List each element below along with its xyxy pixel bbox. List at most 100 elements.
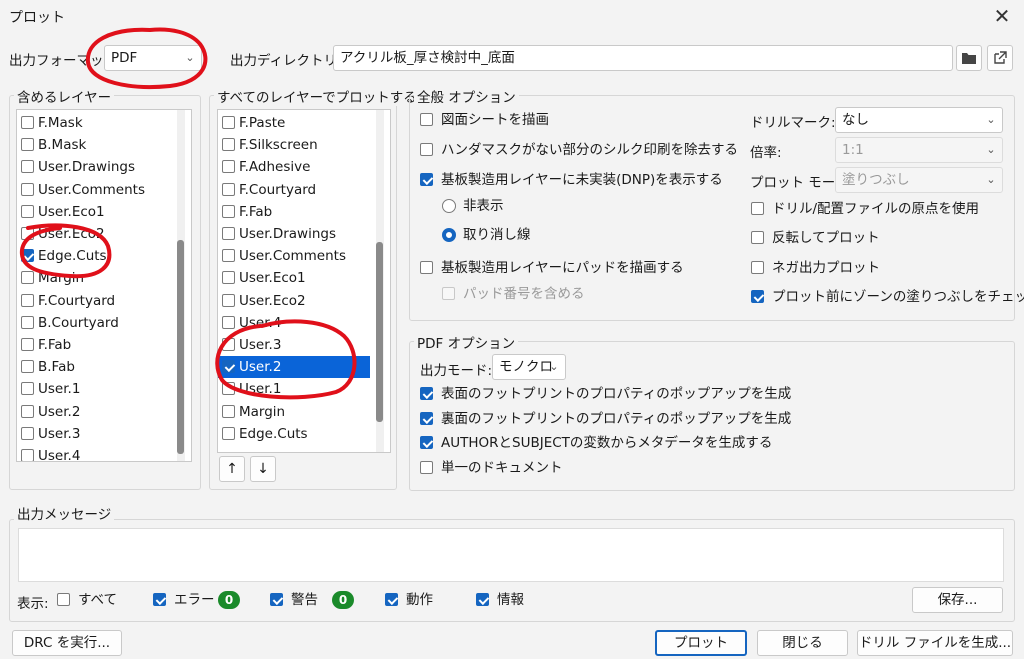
scrollbar[interactable]: [376, 110, 384, 452]
generate-drill-files-button[interactable]: ドリル ファイルを生成...: [857, 630, 1013, 656]
close-button[interactable]: 閉じる: [757, 630, 848, 656]
metadata-checkbox[interactable]: [420, 436, 433, 449]
layer-checkbox[interactable]: [222, 315, 235, 329]
filter-warnings-checkbox[interactable]: [270, 593, 283, 606]
layer-checkbox[interactable]: [21, 249, 34, 263]
layer-checkbox[interactable]: [21, 360, 34, 374]
negative-checkbox[interactable]: [751, 261, 764, 274]
layer-item[interactable]: User.Drawings: [17, 156, 177, 178]
layer-checkbox[interactable]: [21, 404, 34, 418]
layer-item[interactable]: User.Drawings: [218, 223, 370, 245]
show-dnp-checkbox[interactable]: [420, 173, 433, 186]
layer-checkbox[interactable]: [21, 426, 34, 440]
layer-item[interactable]: F.Fab: [17, 334, 177, 356]
layer-checkbox[interactable]: [222, 293, 235, 307]
output-directory-input[interactable]: アクリル板_厚さ検討中_底面: [333, 45, 953, 71]
layer-checkbox[interactable]: [21, 293, 34, 307]
layer-checkbox[interactable]: [21, 338, 34, 351]
layer-checkbox[interactable]: [222, 204, 235, 218]
layer-item[interactable]: F.Adhesive: [218, 156, 370, 178]
layer-item[interactable]: Margin: [218, 401, 370, 423]
zone-fill-check-checkbox[interactable]: [751, 290, 764, 303]
single-doc-checkbox[interactable]: [420, 461, 433, 474]
message-panel[interactable]: [18, 528, 1004, 582]
layer-item[interactable]: User.Eco1: [218, 267, 370, 289]
layer-checkbox[interactable]: [222, 249, 235, 263]
move-down-button[interactable]: ↓: [250, 456, 276, 482]
layer-checkbox[interactable]: [21, 227, 34, 240]
no-silk-checkbox[interactable]: [420, 143, 433, 156]
layer-item[interactable]: User.1: [218, 378, 370, 400]
draw-pads-checkbox[interactable]: [420, 261, 433, 274]
move-up-button[interactable]: ↑: [219, 456, 245, 482]
browse-folder-button[interactable]: [956, 45, 982, 71]
open-directory-button[interactable]: [987, 45, 1013, 71]
layer-checkbox[interactable]: [222, 271, 235, 285]
layer-checkbox[interactable]: [21, 138, 34, 152]
layer-checkbox[interactable]: [21, 449, 34, 461]
filter-actions-checkbox[interactable]: [385, 593, 398, 606]
layer-item[interactable]: User.Comments: [218, 245, 370, 267]
draw-sheet-checkbox[interactable]: [420, 113, 433, 126]
include-layers-list[interactable]: F.Mask B.Mask User.Drawings User.Comments Us…: [16, 109, 192, 462]
layer-checkbox[interactable]: [21, 271, 34, 285]
output-format-select[interactable]: PDF ⌄: [104, 45, 202, 71]
layer-checkbox[interactable]: [21, 116, 34, 129]
layer-item[interactable]: F.Courtyard: [218, 179, 370, 201]
layer-item[interactable]: B.Fab: [17, 356, 177, 378]
layer-checkbox[interactable]: [222, 360, 235, 374]
drill-marks-select[interactable]: なし ⌄: [835, 107, 1003, 133]
output-mode-select[interactable]: モノクロ ⌄: [492, 354, 566, 380]
layer-checkbox[interactable]: [21, 182, 34, 196]
all-layers-list[interactable]: F.Paste F.Silkscreen F.Adhesive F.Courtyard…: [217, 109, 391, 453]
layer-item[interactable]: User.2: [17, 401, 177, 423]
layer-checkbox[interactable]: [222, 382, 235, 396]
layer-item[interactable]: B.Mask: [17, 134, 177, 156]
save-messages-button[interactable]: 保存...: [912, 587, 1003, 613]
layer-item[interactable]: F.Silkscreen: [218, 134, 370, 156]
layer-checkbox[interactable]: [21, 160, 34, 174]
layer-item[interactable]: F.Courtyard: [17, 290, 177, 312]
layer-item[interactable]: Edge.Cuts: [218, 423, 370, 445]
layer-item[interactable]: F.Mask: [17, 112, 177, 134]
layer-checkbox[interactable]: [222, 116, 235, 129]
layer-checkbox[interactable]: [222, 160, 235, 174]
layer-item[interactable]: B.Courtyard: [17, 312, 177, 334]
layer-item[interactable]: User.2: [218, 356, 370, 379]
scrollbar-thumb[interactable]: [177, 240, 184, 454]
filter-info-checkbox[interactable]: [476, 593, 489, 606]
mirror-checkbox[interactable]: [751, 231, 764, 244]
layer-item[interactable]: F.Paste: [218, 112, 370, 134]
layer-checkbox[interactable]: [222, 138, 235, 152]
layer-checkbox[interactable]: [222, 227, 235, 240]
layer-item[interactable]: User.Eco2: [17, 223, 177, 245]
filter-all-checkbox[interactable]: [57, 593, 70, 606]
layer-item[interactable]: User.3: [17, 423, 177, 445]
front-popups-checkbox[interactable]: [420, 387, 433, 400]
layer-item[interactable]: User.Eco1: [17, 201, 177, 223]
layer-checkbox[interactable]: [222, 182, 235, 196]
filter-errors-checkbox[interactable]: [153, 593, 166, 606]
layer-item[interactable]: Margin: [17, 267, 177, 289]
scrollbar-thumb[interactable]: [376, 242, 383, 422]
layer-item[interactable]: F.Fab: [218, 201, 370, 223]
dnp-hide-radio[interactable]: [442, 199, 456, 213]
layer-checkbox[interactable]: [21, 382, 34, 396]
drill-origin-checkbox[interactable]: [751, 202, 764, 215]
layer-checkbox[interactable]: [21, 204, 34, 218]
layer-item[interactable]: User.1: [17, 378, 177, 400]
layer-checkbox[interactable]: [222, 338, 235, 351]
layer-item[interactable]: User.4: [17, 445, 177, 461]
close-icon[interactable]: ✕: [990, 4, 1014, 28]
plot-button[interactable]: プロット: [655, 630, 747, 656]
layer-checkbox[interactable]: [222, 426, 235, 440]
layer-checkbox[interactable]: [222, 404, 235, 418]
layer-item[interactable]: User.Eco2: [218, 290, 370, 312]
run-drc-button[interactable]: DRC を実行...: [12, 630, 122, 656]
layer-item[interactable]: User.4: [218, 312, 370, 334]
back-popups-checkbox[interactable]: [420, 412, 433, 425]
scrollbar[interactable]: [177, 110, 185, 461]
layer-item[interactable]: User.Comments: [17, 179, 177, 201]
layer-item[interactable]: Edge.Cuts: [17, 245, 177, 267]
layer-checkbox[interactable]: [21, 315, 34, 329]
